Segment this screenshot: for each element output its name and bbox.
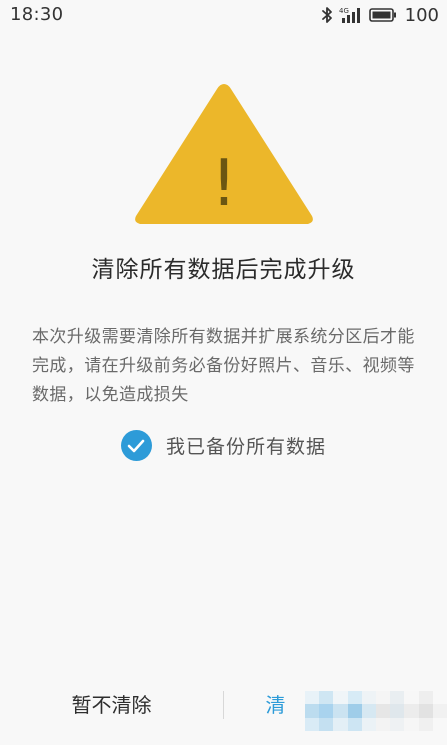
battery-level: 100 [404,4,439,26]
cancel-button[interactable]: 暂不清除 [0,665,223,745]
bluetooth-icon [321,6,333,24]
warning-glyph: ! [211,147,237,221]
pixelated-overlay [305,691,447,731]
checkbox-label: 我已备份所有数据 [165,436,326,458]
status-bar: 18:30 4G 100 [0,0,447,30]
checkbox-checked-icon[interactable] [120,430,152,461]
description-text: 本次升级需要清除所有数据并扩展系统分区后才能完成，请在升级前务必备份好照片、音乐… [32,327,415,405]
page-title: 清除所有数据后完成升级 [91,257,356,283]
upgrade-screen: 18:30 4G 100 ! 清除所有数据后完成升级 本次升级需要清除所有数据并… [0,0,447,745]
confirm-button-label: 清 [265,692,286,717]
status-time: 18:30 [10,4,64,25]
action-bar: 暂不清除 清 [0,665,447,745]
warning-container: ! [0,78,447,228]
status-icons: 4G 100 [321,4,439,26]
signal-icon: 4G [339,6,363,24]
warning-icon: ! [134,84,313,224]
network-type-label: 4G [339,7,349,15]
backup-confirm-checkbox[interactable]: 我已备份所有数据 [0,430,447,461]
battery-icon [368,7,397,23]
